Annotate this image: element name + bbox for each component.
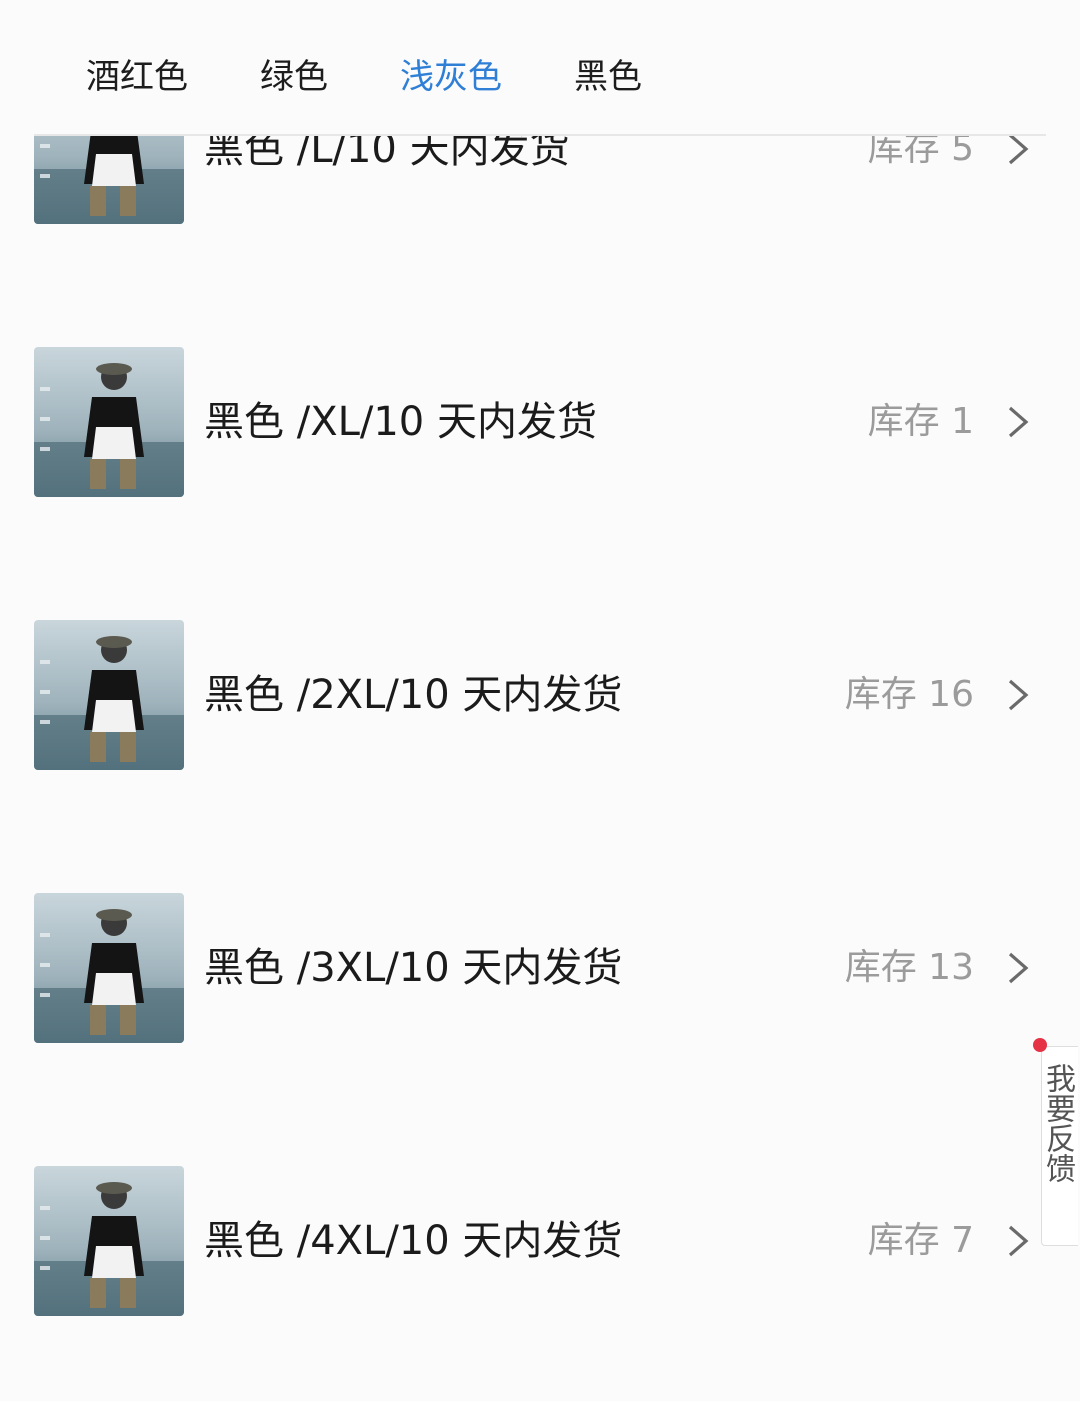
product-thumbnail — [34, 893, 184, 1043]
chevron-right-icon — [1008, 133, 1029, 165]
stock-count: 库存 1 — [867, 401, 974, 442]
chevron-right-icon — [1008, 952, 1029, 984]
notification-dot-icon — [1033, 1038, 1047, 1052]
sku-row-xl[interactable]: 黑色 /XL/10 天内发货 库存 1 — [0, 347, 1080, 497]
sku-label: 黑色 /2XL/10 天内发货 — [204, 672, 623, 718]
sku-row-2xl[interactable]: 黑色 /2XL/10 天内发货 库存 16 — [0, 620, 1080, 770]
tabs-divider — [34, 134, 1046, 136]
sku-picker-page: 黑色 /L/10 天内发货 库存 5 黑色 /XL/10 天内发货 库存 1 黑… — [0, 0, 1080, 1401]
stock-count: 库存 13 — [844, 947, 974, 988]
chevron-right-icon — [1008, 679, 1029, 711]
color-tabs: 酒红色 绿色 浅灰色 黑色 — [0, 0, 1080, 136]
sku-row-3xl[interactable]: 黑色 /3XL/10 天内发货 库存 13 — [0, 893, 1080, 1043]
sku-label: 黑色 /4XL/10 天内发货 — [204, 1218, 623, 1264]
product-thumbnail — [34, 620, 184, 770]
product-thumbnail — [34, 347, 184, 497]
product-thumbnail — [34, 1166, 184, 1316]
feedback-label: 我要反馈 — [1040, 1063, 1075, 1183]
tab-black[interactable]: 黑色 — [574, 52, 642, 102]
sku-label: 黑色 /XL/10 天内发货 — [204, 399, 597, 445]
stock-count: 库存 16 — [844, 674, 974, 715]
sku-label: 黑色 /3XL/10 天内发货 — [204, 945, 623, 991]
sku-list: 黑色 /L/10 天内发货 库存 5 黑色 /XL/10 天内发货 库存 1 黑… — [0, 0, 1080, 1401]
chevron-right-icon — [1008, 1225, 1029, 1257]
chevron-right-icon — [1008, 406, 1029, 438]
tab-wine-red[interactable]: 酒红色 — [86, 52, 188, 102]
feedback-button[interactable]: 我要反馈 — [1040, 1046, 1078, 1246]
tab-green[interactable]: 绿色 — [260, 52, 328, 102]
sku-row-4xl[interactable]: 黑色 /4XL/10 天内发货 库存 7 — [0, 1166, 1080, 1316]
tab-light-gray[interactable]: 浅灰色 — [400, 52, 502, 102]
stock-count: 库存 7 — [867, 1220, 974, 1261]
